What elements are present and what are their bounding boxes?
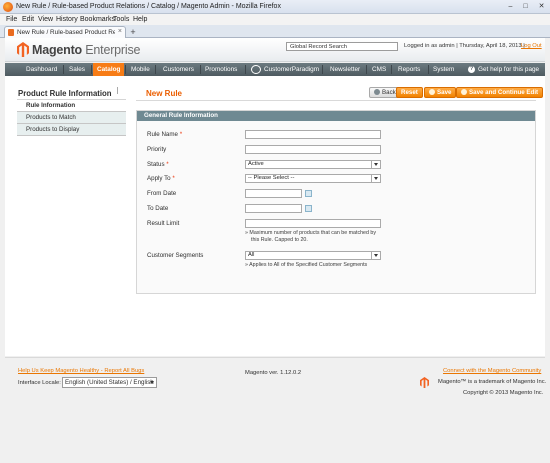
nav-sales[interactable]: Sales bbox=[69, 63, 85, 76]
main-content: New Rule Back Reset Save Save and Contin… bbox=[136, 86, 544, 294]
dropdown-arrow-icon bbox=[374, 163, 378, 166]
save-and-continue-button[interactable]: Save and Continue Edit bbox=[456, 87, 544, 98]
apply-to-select[interactable]: -- Please Select -- bbox=[245, 174, 381, 183]
customer-segments-select[interactable]: All bbox=[245, 251, 381, 260]
logout-link[interactable]: Log Out bbox=[521, 43, 542, 49]
result-limit-note: » Maximum number of products that can be… bbox=[245, 230, 377, 243]
result-limit-input[interactable] bbox=[245, 219, 381, 228]
close-tab-icon[interactable]: × bbox=[118, 28, 122, 35]
global-search-input[interactable] bbox=[286, 42, 398, 51]
reset-button[interactable]: Reset bbox=[396, 87, 423, 98]
fieldset-title: General Rule Information bbox=[137, 111, 535, 121]
close-window-button[interactable]: ✕ bbox=[536, 2, 547, 11]
menu-bar: File Edit View History Bookmarks Tools H… bbox=[0, 14, 550, 25]
menu-help[interactable]: Help bbox=[133, 16, 147, 23]
customerparadigm-icon bbox=[251, 65, 261, 74]
nav-mobile[interactable]: Mobile bbox=[131, 63, 150, 76]
menu-bookmarks[interactable]: Bookmarks bbox=[80, 16, 115, 23]
nav-customers[interactable]: Customers bbox=[163, 63, 194, 76]
menu-edit[interactable]: Edit bbox=[22, 16, 34, 23]
nav-newsletter[interactable]: Newsletter bbox=[330, 63, 360, 76]
sidebar-tab-products-to-match[interactable]: Products to Match bbox=[17, 112, 126, 124]
nav-reports[interactable]: Reports bbox=[398, 63, 420, 76]
calendar-icon[interactable] bbox=[305, 190, 312, 197]
nav-system[interactable]: System bbox=[433, 63, 454, 76]
nav-customerparadigm[interactable]: CustomerParadigm bbox=[264, 63, 319, 76]
save-icon bbox=[429, 89, 435, 95]
main-nav: Dashboard Sales Catalog Mobile Customers… bbox=[5, 63, 545, 76]
magento-logo[interactable]: Magento Enterprise bbox=[32, 43, 140, 57]
maximize-button[interactable]: □ bbox=[520, 2, 531, 11]
user-info: Logged in as admin | Thursday, April 18,… bbox=[404, 43, 525, 49]
sidebar-title: Product Rule Information bbox=[17, 87, 126, 100]
general-rule-fieldset: General Rule Information Rule Name * Pri… bbox=[136, 110, 536, 294]
nav-catalog[interactable]: Catalog bbox=[93, 63, 125, 76]
back-arrow-icon bbox=[374, 89, 380, 95]
save-button[interactable]: Save bbox=[424, 87, 457, 98]
magento-version: Magento ver. 1.12.0.2 bbox=[245, 370, 302, 376]
window-title: New Rule / Rule-based Product Relations … bbox=[16, 3, 281, 10]
locale-label: Interface Locale: bbox=[18, 380, 61, 386]
rule-name-input[interactable] bbox=[245, 130, 381, 139]
status-select[interactable]: Active bbox=[245, 160, 381, 169]
result-limit-label: Result Limit bbox=[147, 220, 180, 227]
priority-label: Priority bbox=[147, 146, 167, 153]
rule-name-label: Rule Name * bbox=[147, 131, 183, 138]
from-date-input[interactable] bbox=[245, 189, 302, 198]
copyright-text: Copyright © 2013 Magento Inc. bbox=[463, 390, 544, 396]
menu-tools[interactable]: Tools bbox=[113, 16, 129, 23]
firefox-icon bbox=[3, 2, 13, 12]
sidebar: Product Rule Information Rule Informatio… bbox=[17, 87, 126, 136]
admin-header: Magento Enterprise Logged in as admin | … bbox=[5, 38, 545, 62]
dropdown-arrow-icon bbox=[150, 381, 154, 384]
status-label: Status * bbox=[147, 161, 169, 168]
menu-history[interactable]: History bbox=[56, 16, 78, 23]
magento-footer-logo-icon bbox=[420, 377, 429, 388]
menu-file[interactable]: File bbox=[6, 16, 17, 23]
page-header: New Rule Back Reset Save Save and Contin… bbox=[136, 86, 544, 101]
page-title: New Rule bbox=[146, 89, 183, 98]
locale-select[interactable]: English (United States) / English bbox=[62, 377, 157, 388]
nav-dashboard[interactable]: Dashboard bbox=[26, 63, 57, 76]
footer: Help Us Keep Magento Healthy - Report Al… bbox=[5, 357, 547, 413]
minimize-button[interactable]: – bbox=[505, 2, 516, 11]
customer-segments-label: Customer Segments bbox=[147, 252, 204, 259]
menu-view[interactable]: View bbox=[38, 16, 53, 23]
from-date-label: From Date bbox=[147, 190, 177, 197]
tab-strip: New Rule / Rule-based Product Relations … bbox=[0, 25, 550, 38]
report-bugs-link[interactable]: Help Us Keep Magento Healthy - Report Al… bbox=[18, 368, 144, 374]
sidebar-tab-rule-information[interactable]: Rule Information bbox=[17, 100, 126, 112]
to-date-label: To Date bbox=[147, 205, 169, 212]
dropdown-arrow-icon bbox=[374, 254, 378, 257]
nav-promotions[interactable]: Promotions bbox=[205, 63, 237, 76]
magento-favicon-icon bbox=[8, 29, 14, 36]
dropdown-arrow-icon bbox=[374, 177, 378, 180]
help-link[interactable]: Get help for this page bbox=[478, 63, 539, 76]
new-tab-button[interactable]: + bbox=[128, 27, 138, 37]
community-link[interactable]: Connect with the Magento Community bbox=[443, 368, 541, 374]
nav-cms[interactable]: CMS bbox=[372, 63, 386, 76]
customer-segments-note: » Applies to All of the Specified Custom… bbox=[245, 262, 368, 268]
apply-to-label: Apply To * bbox=[147, 175, 175, 182]
sidebar-tab-products-to-display[interactable]: Products to Display bbox=[17, 124, 126, 136]
help-icon: ? bbox=[468, 66, 475, 73]
browser-tab[interactable]: New Rule / Rule-based Product Relations … bbox=[4, 26, 126, 38]
save-continue-icon bbox=[461, 89, 467, 95]
calendar-icon[interactable] bbox=[305, 205, 312, 212]
to-date-input[interactable] bbox=[245, 204, 302, 213]
priority-input[interactable] bbox=[245, 145, 381, 154]
window-titlebar: New Rule / Rule-based Product Relations … bbox=[0, 0, 550, 14]
page-body: Product Rule Information Rule Informatio… bbox=[5, 76, 545, 356]
trademark-text: Magento™ is a trademark of Magento Inc. bbox=[438, 379, 547, 385]
browser-tab-label: New Rule / Rule-based Product Relations … bbox=[17, 29, 115, 36]
magento-logo-icon bbox=[17, 42, 29, 57]
